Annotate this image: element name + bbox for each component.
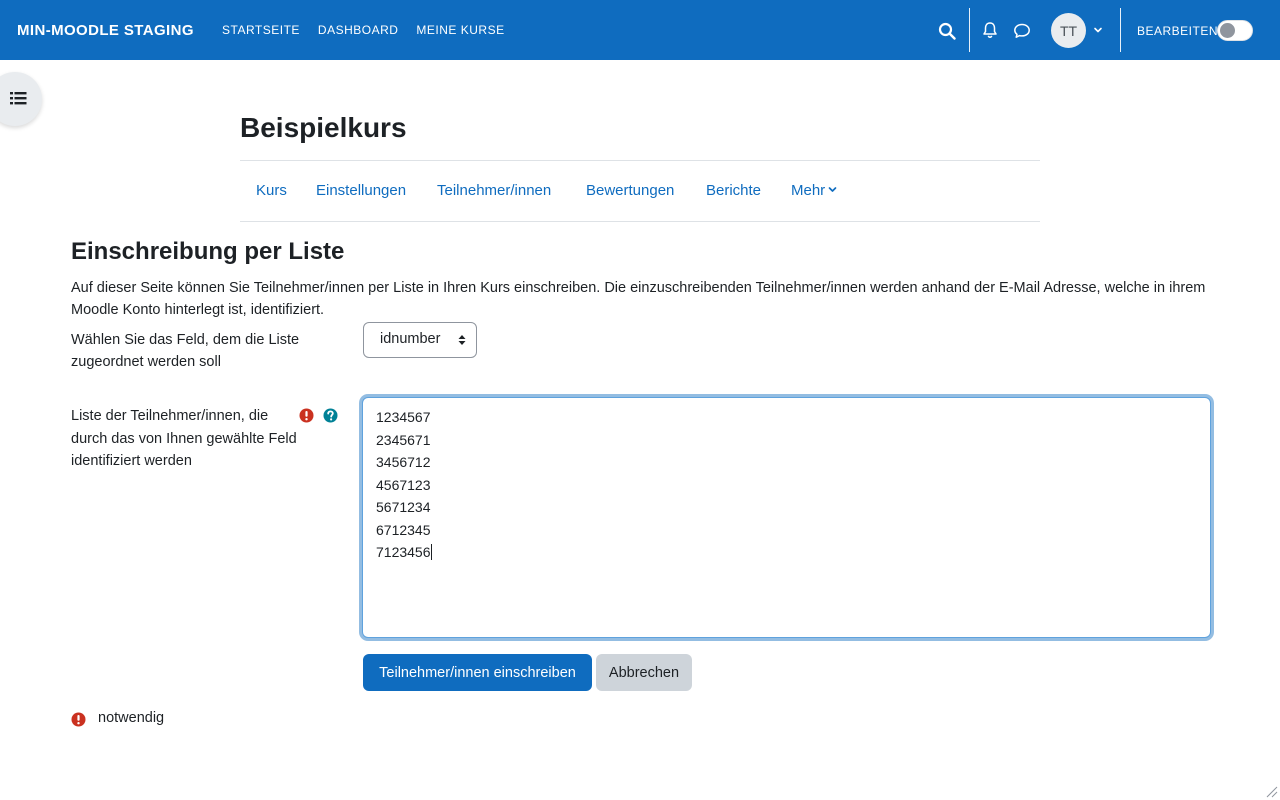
edit-mode-label: BEARBEITEN bbox=[1137, 24, 1219, 38]
course-index-toggle[interactable] bbox=[0, 72, 42, 126]
tab-teilnehmer[interactable]: Teilnehmer/innen bbox=[437, 182, 551, 199]
tab-berichte[interactable]: Berichte bbox=[706, 182, 761, 199]
list-entry-last: 7123456 bbox=[376, 541, 1197, 564]
bell-icon[interactable] bbox=[981, 21, 999, 39]
edit-mode-toggle[interactable] bbox=[1217, 20, 1253, 41]
list-icon bbox=[10, 92, 27, 105]
list-entry: 5671234 bbox=[376, 499, 431, 515]
user-avatar[interactable]: TT bbox=[1051, 13, 1086, 48]
required-note: notwendig bbox=[98, 710, 165, 726]
tab-kurs[interactable]: Kurs bbox=[256, 182, 287, 199]
tab-mehr-label: Mehr bbox=[791, 182, 826, 199]
exclamation-circle-icon bbox=[299, 408, 314, 423]
list-entry: 1234567 bbox=[376, 409, 431, 425]
tab-mehr[interactable]: Mehr bbox=[791, 182, 837, 199]
resize-grip-icon bbox=[1266, 786, 1278, 798]
course-secondary-nav: Kurs Einstellungen Teilnehmer/innen Bewe… bbox=[240, 160, 1040, 222]
question-circle-icon[interactable] bbox=[323, 408, 338, 423]
participant-list-textarea[interactable]: 1234567 2345671 3456712 4567123 5671234 67123… bbox=[362, 397, 1211, 638]
top-navbar: MIN-MOODLE STAGING STARTSEITE DASHBOARD … bbox=[0, 0, 1280, 60]
navbar-divider bbox=[969, 8, 970, 52]
field-select-value: idnumber bbox=[380, 331, 441, 347]
primary-nav: STARTSEITE DASHBOARD MEINE KURSE bbox=[222, 23, 505, 37]
chevron-down-icon[interactable] bbox=[1093, 25, 1103, 35]
nav-item-meine-kurse[interactable]: MEINE KURSE bbox=[416, 23, 504, 37]
list-entry: 7123456 bbox=[376, 544, 431, 560]
list-entry: 3456712 bbox=[376, 454, 431, 470]
list-entry: 4567123 bbox=[376, 476, 431, 493]
site-brand[interactable]: MIN-MOODLE STAGING bbox=[17, 22, 194, 39]
tab-einstellungen[interactable]: Einstellungen bbox=[316, 182, 406, 199]
chat-icon[interactable] bbox=[1013, 22, 1031, 40]
intro-text: Auf dieser Seite können Sie Teilnehmer/i… bbox=[71, 280, 1206, 318]
search-icon[interactable] bbox=[938, 22, 956, 40]
field-select[interactable]: idnumber bbox=[363, 322, 477, 358]
select-arrows-icon bbox=[458, 335, 466, 345]
toggle-knob bbox=[1220, 23, 1235, 38]
nav-item-startseite[interactable]: STARTSEITE bbox=[222, 23, 300, 37]
nav-item-dashboard[interactable]: DASHBOARD bbox=[318, 23, 399, 37]
list-entry: 2345671 bbox=[376, 431, 431, 448]
chevron-down-icon bbox=[828, 187, 837, 192]
navbar-divider bbox=[1120, 8, 1121, 52]
enrol-button[interactable]: Teilnehmer/innen einschreiben bbox=[363, 654, 592, 691]
tab-bewertungen[interactable]: Bewertungen bbox=[586, 182, 674, 199]
field-select-label: Wählen Sie das Feld, dem die Liste zugeo… bbox=[71, 332, 300, 370]
list-label: Liste der Teilnehmer/innen, die durch da… bbox=[71, 408, 297, 469]
exclamation-circle-icon bbox=[71, 712, 86, 727]
cancel-button[interactable]: Abbrechen bbox=[596, 654, 692, 691]
list-entry: 6712345 bbox=[376, 521, 431, 538]
page-heading: Einschreibung per Liste bbox=[71, 238, 345, 265]
course-title: Beispielkurs bbox=[240, 112, 407, 143]
text-caret bbox=[430, 544, 432, 560]
